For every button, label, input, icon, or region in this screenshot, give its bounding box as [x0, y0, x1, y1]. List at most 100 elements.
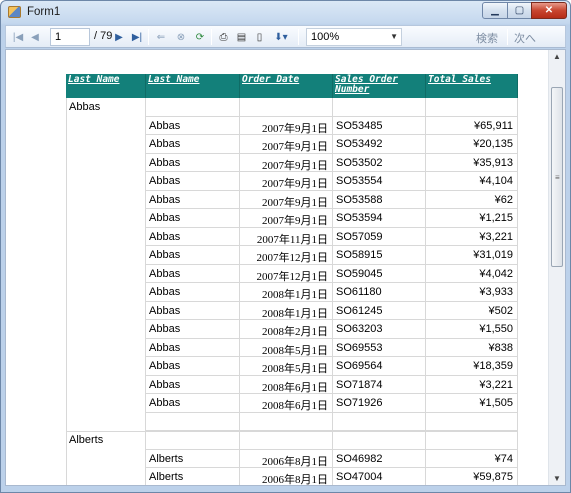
cell-order-date: 2008年6月1日 — [240, 394, 333, 413]
header-last-name[interactable]: Last Name — [66, 74, 146, 98]
header-total-sales[interactable]: Total Sales — [426, 74, 518, 98]
toolbar-separator — [507, 29, 508, 45]
vertical-scrollbar[interactable]: ▲ ≡ ▼ — [548, 50, 565, 485]
export-icon[interactable]: ⬇▾ — [270, 29, 292, 45]
cell-sales-order-number: SO71874 — [333, 375, 426, 394]
cell-order-date: 2007年12月1日 — [240, 264, 333, 283]
cell-order-date: 2008年1月1日 — [240, 283, 333, 302]
empty-cell — [146, 412, 240, 431]
cell-sales-order-number: SO58915 — [333, 246, 426, 265]
current-page-input[interactable]: 1 — [50, 28, 90, 46]
empty-cell — [333, 98, 426, 117]
cell-total-sales: ¥838 — [426, 338, 518, 357]
cell-total-sales: ¥3,221 — [426, 375, 518, 394]
find-button[interactable]: 検索 — [476, 30, 498, 46]
cell-last-name: Abbas — [146, 264, 240, 283]
scroll-down-icon[interactable]: ▼ — [553, 474, 561, 483]
empty-cell — [426, 431, 518, 450]
previous-page-icon[interactable]: ◀ — [28, 29, 42, 45]
cell-last-name: Abbas — [146, 153, 240, 172]
cell-sales-order-number: SO69564 — [333, 357, 426, 376]
cell-order-date: 2007年12月1日 — [240, 246, 333, 265]
cell-order-date: 2007年11月1日 — [240, 227, 333, 246]
empty-cell — [146, 431, 240, 450]
cell-last-name: Abbas — [146, 394, 240, 413]
last-page-icon[interactable]: ▶| — [130, 29, 144, 45]
scroll-up-icon[interactable]: ▲ — [553, 52, 561, 61]
cell-last-name: Abbas — [146, 209, 240, 228]
cell-order-date: 2007年9月1日 — [240, 209, 333, 228]
back-icon[interactable]: ⇐ — [154, 29, 168, 45]
cell-order-date: 2007年9月1日 — [240, 190, 333, 209]
cell-last-name: Abbas — [146, 320, 240, 339]
cell-sales-order-number: SO69553 — [333, 338, 426, 357]
cell-total-sales: ¥1,550 — [426, 320, 518, 339]
cell-sales-order-number: SO53554 — [333, 172, 426, 191]
maximize-icon: ▢ — [514, 5, 525, 16]
first-page-icon[interactable]: |◀ — [11, 29, 25, 45]
minimize-button[interactable]: ▁ — [482, 2, 508, 19]
cell-last-name: Abbas — [146, 301, 240, 320]
close-button[interactable]: ✕ — [531, 2, 567, 19]
page-setup-icon[interactable]: ▯ — [252, 29, 267, 45]
next-page-icon[interactable]: ▶ — [112, 29, 126, 45]
empty-cell — [240, 431, 333, 450]
cell-last-name: Abbas — [146, 246, 240, 265]
empty-cell — [426, 98, 518, 117]
zoom-select[interactable]: 100% ▼ — [306, 28, 402, 46]
cell-total-sales: ¥35,913 — [426, 153, 518, 172]
cell-order-date: 2008年5月1日 — [240, 338, 333, 357]
cell-last-name: Abbas — [146, 190, 240, 209]
empty-cell — [333, 412, 426, 431]
cell-last-name: Abbas — [146, 338, 240, 357]
cell-sales-order-number: SO63203 — [333, 320, 426, 339]
zoom-value: 100% — [311, 31, 340, 43]
cell-last-name: Abbas — [146, 172, 240, 191]
group-column — [66, 431, 146, 485]
cell-total-sales: ¥59,875 — [426, 468, 518, 485]
header-sales-order-number[interactable]: Sales Order Number — [333, 74, 426, 98]
cell-total-sales: ¥4,104 — [426, 172, 518, 191]
header-order-date[interactable]: Order Date — [240, 74, 333, 98]
cell-sales-order-number: SO53485 — [333, 116, 426, 135]
chevron-down-icon: ▼ — [390, 32, 398, 41]
cell-sales-order-number: SO61245 — [333, 301, 426, 320]
print-icon[interactable]: ⎙ — [216, 29, 231, 45]
cell-order-date: 2007年9月1日 — [240, 116, 333, 135]
toolbar-separator — [211, 29, 212, 45]
cell-last-name: Abbas — [146, 357, 240, 376]
cell-last-name: Abbas — [146, 135, 240, 154]
cell-order-date: 2008年6月1日 — [240, 375, 333, 394]
empty-cell — [240, 412, 333, 431]
scroll-thumb[interactable]: ≡ — [551, 87, 563, 267]
cell-last-name: Abbas — [146, 227, 240, 246]
find-text-input[interactable] — [408, 28, 470, 46]
cell-sales-order-number: SO71926 — [333, 394, 426, 413]
cell-total-sales: ¥65,911 — [426, 116, 518, 135]
empty-cell — [146, 98, 240, 117]
cell-sales-order-number: SO59045 — [333, 264, 426, 283]
refresh-icon[interactable]: ⟳ — [193, 29, 207, 45]
cell-last-name: Alberts — [146, 449, 240, 468]
cell-sales-order-number: SO47004 — [333, 468, 426, 485]
cell-sales-order-number: SO61180 — [333, 283, 426, 302]
find-next-button[interactable]: 次へ — [514, 30, 536, 46]
cell-order-date: 2006年8月1日 — [240, 468, 333, 485]
empty-cell — [333, 431, 426, 450]
maximize-button[interactable]: ▢ — [507, 2, 532, 19]
report-viewer-window: Form1 ▁ ▢ ✕ |◀ ◀ 1 / 79 ▶ ▶| ⇐ ⊗ ⟳ ⎙ ▤ ▯… — [0, 0, 571, 493]
cell-order-date: 2006年8月1日 — [240, 449, 333, 468]
cell-total-sales: ¥3,933 — [426, 283, 518, 302]
cell-total-sales: ¥1,215 — [426, 209, 518, 228]
cell-order-date: 2008年2月1日 — [240, 320, 333, 339]
cell-total-sales: ¥1,505 — [426, 394, 518, 413]
header-last-name-2[interactable]: Last Name — [146, 74, 240, 98]
cell-sales-order-number: SO57059 — [333, 227, 426, 246]
print-layout-icon[interactable]: ▤ — [234, 29, 249, 45]
report-viewer-area[interactable]: Last Name Last Name Order Date Sales Ord… — [5, 49, 566, 486]
toolbar-separator — [148, 29, 149, 45]
stop-icon[interactable]: ⊗ — [174, 29, 188, 45]
cell-last-name: Abbas — [146, 283, 240, 302]
cell-order-date: 2007年9月1日 — [240, 172, 333, 191]
cell-total-sales: ¥62 — [426, 190, 518, 209]
